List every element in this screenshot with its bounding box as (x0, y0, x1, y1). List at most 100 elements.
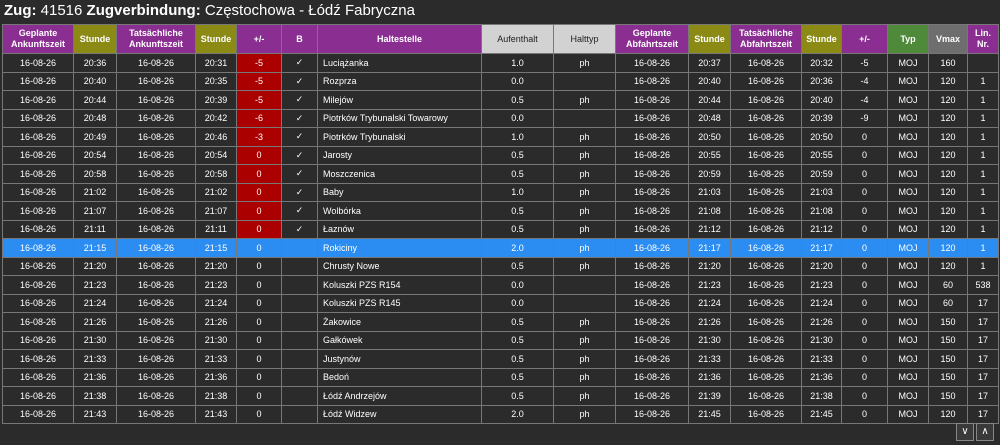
stop-name-cell: Baby (317, 182, 482, 202)
stop-type-cell (553, 293, 616, 313)
column-header[interactable]: Tatsächliche Ankunftszeit (116, 24, 196, 54)
column-header[interactable]: Typ (887, 24, 929, 54)
scroll-down-button[interactable]: ∨ (956, 423, 974, 441)
table-row[interactable]: 16-08-26 21:38 16-08-26 21:38 0 Łódź Andrzejó… (2, 386, 999, 406)
planned-arrival-hour-cell: 20:40 (73, 71, 117, 91)
column-header[interactable]: B (281, 24, 318, 54)
table-row[interactable]: 16-08-26 21:33 16-08-26 21:33 0 Justynów 0.5 ph… (2, 349, 999, 369)
planned-arrival-hour-cell: 21:43 (73, 404, 117, 424)
actual-arrival-date-cell: 16-08-26 (116, 90, 196, 110)
passed-check-cell: ✓ (281, 127, 318, 147)
planned-departure-date-cell: 16-08-26 (615, 53, 689, 73)
arrival-delay-cell: 0 (236, 367, 282, 387)
actual-arrival-date-cell: 16-08-26 (116, 108, 196, 128)
planned-departure-date-cell: 16-08-26 (615, 367, 689, 387)
column-header[interactable]: Halttyp (553, 24, 616, 54)
table-row[interactable]: 16-08-26 21:20 16-08-26 21:20 0 Chrusty Nowe 0… (2, 256, 999, 276)
actual-arrival-date-cell: 16-08-26 (116, 53, 196, 73)
vmax-cell: 120 (928, 256, 968, 276)
departure-delay-cell: 0 (841, 349, 888, 369)
actual-arrival-hour-cell: 21:38 (195, 386, 237, 406)
passed-check-cell: ✓ (281, 182, 318, 202)
column-header[interactable]: Stunde (688, 24, 731, 54)
table-row[interactable]: 16-08-26 20:49 16-08-26 20:46 -3 ✓ Piotrków Tr… (2, 127, 999, 147)
line-number-cell: 17 (967, 404, 999, 424)
stay-duration-cell: 0.5 (481, 349, 554, 369)
stay-duration-cell: 0.5 (481, 367, 554, 387)
actual-arrival-date-cell: 16-08-26 (116, 275, 196, 295)
stay-duration-cell: 2.0 (481, 238, 554, 258)
vmax-cell: 120 (928, 238, 968, 258)
stop-name-cell: Wolbórka (317, 201, 482, 221)
departure-delay-cell: -4 (841, 90, 888, 110)
table-row[interactable]: 16-08-26 20:48 16-08-26 20:42 -6 ✓ Piotrków Tr… (2, 108, 999, 128)
column-header[interactable]: Geplante Ankunftszeit (2, 24, 74, 54)
train-type-cell: MOJ (887, 312, 929, 332)
departure-delay-cell: 0 (841, 201, 888, 221)
stop-type-cell: ph (553, 127, 616, 147)
stop-type-cell: ph (553, 256, 616, 276)
table-row[interactable]: 16-08-26 21:15 16-08-26 21:15 0 Rokiciny 2.0 ph… (2, 238, 999, 258)
actual-departure-date-cell: 16-08-26 (730, 293, 802, 313)
planned-departure-date-cell: 16-08-26 (615, 312, 689, 332)
table-row[interactable]: 16-08-26 20:40 16-08-26 20:35 -5 ✓ Rozprza 0.0 1… (2, 71, 999, 91)
planned-arrival-date-cell: 16-08-26 (2, 164, 74, 184)
actual-departure-date-cell: 16-08-26 (730, 127, 802, 147)
departure-delay-cell: 0 (841, 164, 888, 184)
vmax-cell: 120 (928, 71, 968, 91)
planned-arrival-hour-cell: 21:15 (73, 238, 117, 258)
arrival-delay-cell: -3 (236, 127, 282, 147)
column-header[interactable]: +/- (841, 24, 888, 54)
table-row[interactable]: 16-08-26 20:44 16-08-26 20:39 -5 ✓ Milejów 0.5 p… (2, 90, 999, 110)
table-row[interactable]: 16-08-26 21:07 16-08-26 21:07 0 ✓ Wolbórka 0.5 p… (2, 201, 999, 221)
table-row[interactable]: 16-08-26 21:23 16-08-26 21:23 0 Koluszki PZS … (2, 275, 999, 295)
arrival-delay-cell: 0 (236, 201, 282, 221)
table-row[interactable]: 16-08-26 20:54 16-08-26 20:54 0 ✓ Jarosty 0.5 ph… (2, 145, 999, 165)
column-header[interactable]: Lin. Nr. (967, 24, 999, 54)
stop-type-cell (553, 108, 616, 128)
planned-departure-hour-cell: 21:12 (688, 219, 731, 239)
column-header[interactable]: Vmax (928, 24, 968, 54)
line-number-cell: 1 (967, 127, 999, 147)
scroll-up-button[interactable]: ∧ (976, 423, 994, 441)
passed-check-cell (281, 349, 318, 369)
line-number-cell: 17 (967, 349, 999, 369)
table-row[interactable]: 16-08-26 21:43 16-08-26 21:43 0 Łódź Widzew 2.… (2, 404, 999, 424)
actual-arrival-hour-cell: 21:07 (195, 201, 237, 221)
line-number-cell: 1 (967, 201, 999, 221)
actual-arrival-hour-cell: 21:20 (195, 256, 237, 276)
departure-delay-cell: 0 (841, 367, 888, 387)
planned-departure-hour-cell: 21:30 (688, 330, 731, 350)
stay-duration-cell: 0.5 (481, 219, 554, 239)
stop-type-cell: ph (553, 90, 616, 110)
actual-departure-hour-cell: 21:26 (801, 312, 842, 332)
column-header[interactable]: Stunde (73, 24, 117, 54)
column-header[interactable]: Stunde (801, 24, 842, 54)
table-row[interactable]: 16-08-26 21:24 16-08-26 21:24 0 Koluszki PZS … (2, 293, 999, 313)
line-number-cell: 17 (967, 386, 999, 406)
planned-arrival-date-cell: 16-08-26 (2, 145, 74, 165)
planned-departure-date-cell: 16-08-26 (615, 293, 689, 313)
passed-check-cell: ✓ (281, 219, 318, 239)
column-header[interactable]: Aufenthalt (481, 24, 554, 54)
column-header[interactable]: Tatsächliche Abfahrtszeit (730, 24, 802, 54)
table-row[interactable]: 16-08-26 20:58 16-08-26 20:58 0 ✓ Moszczenica 0… (2, 164, 999, 184)
passed-check-cell (281, 367, 318, 387)
table-row[interactable]: 16-08-26 21:30 16-08-26 21:30 0 Gałkówek 0.5 ph… (2, 330, 999, 350)
table-row[interactable]: 16-08-26 21:26 16-08-26 21:26 0 Żakowice 0.5 ph… (2, 312, 999, 332)
table-row[interactable]: 16-08-26 20:36 16-08-26 20:31 -5 ✓ Luciążanka 1… (2, 53, 999, 73)
column-header[interactable]: Haltestelle (317, 24, 482, 54)
table-row[interactable]: 16-08-26 21:11 16-08-26 21:11 0 ✓ Łaznów 0.5 ph 1… (2, 219, 999, 239)
table-row[interactable]: 16-08-26 21:36 16-08-26 21:36 0 Bedoń 0.5 ph 16-… (2, 367, 999, 387)
vmax-cell: 60 (928, 275, 968, 295)
column-header[interactable]: +/- (236, 24, 282, 54)
planned-departure-date-cell: 16-08-26 (615, 386, 689, 406)
table-row[interactable]: 16-08-26 21:02 16-08-26 21:02 0 ✓ Baby 1.0 ph 16-… (2, 182, 999, 202)
actual-arrival-hour-cell: 20:35 (195, 71, 237, 91)
column-header[interactable]: Stunde (195, 24, 237, 54)
planned-departure-hour-cell: 21:20 (688, 256, 731, 276)
actual-departure-hour-cell: 21:38 (801, 386, 842, 406)
arrival-delay-cell: 0 (236, 164, 282, 184)
column-header[interactable]: Geplante Abfahrtszeit (615, 24, 689, 54)
line-number-cell: 1 (967, 71, 999, 91)
